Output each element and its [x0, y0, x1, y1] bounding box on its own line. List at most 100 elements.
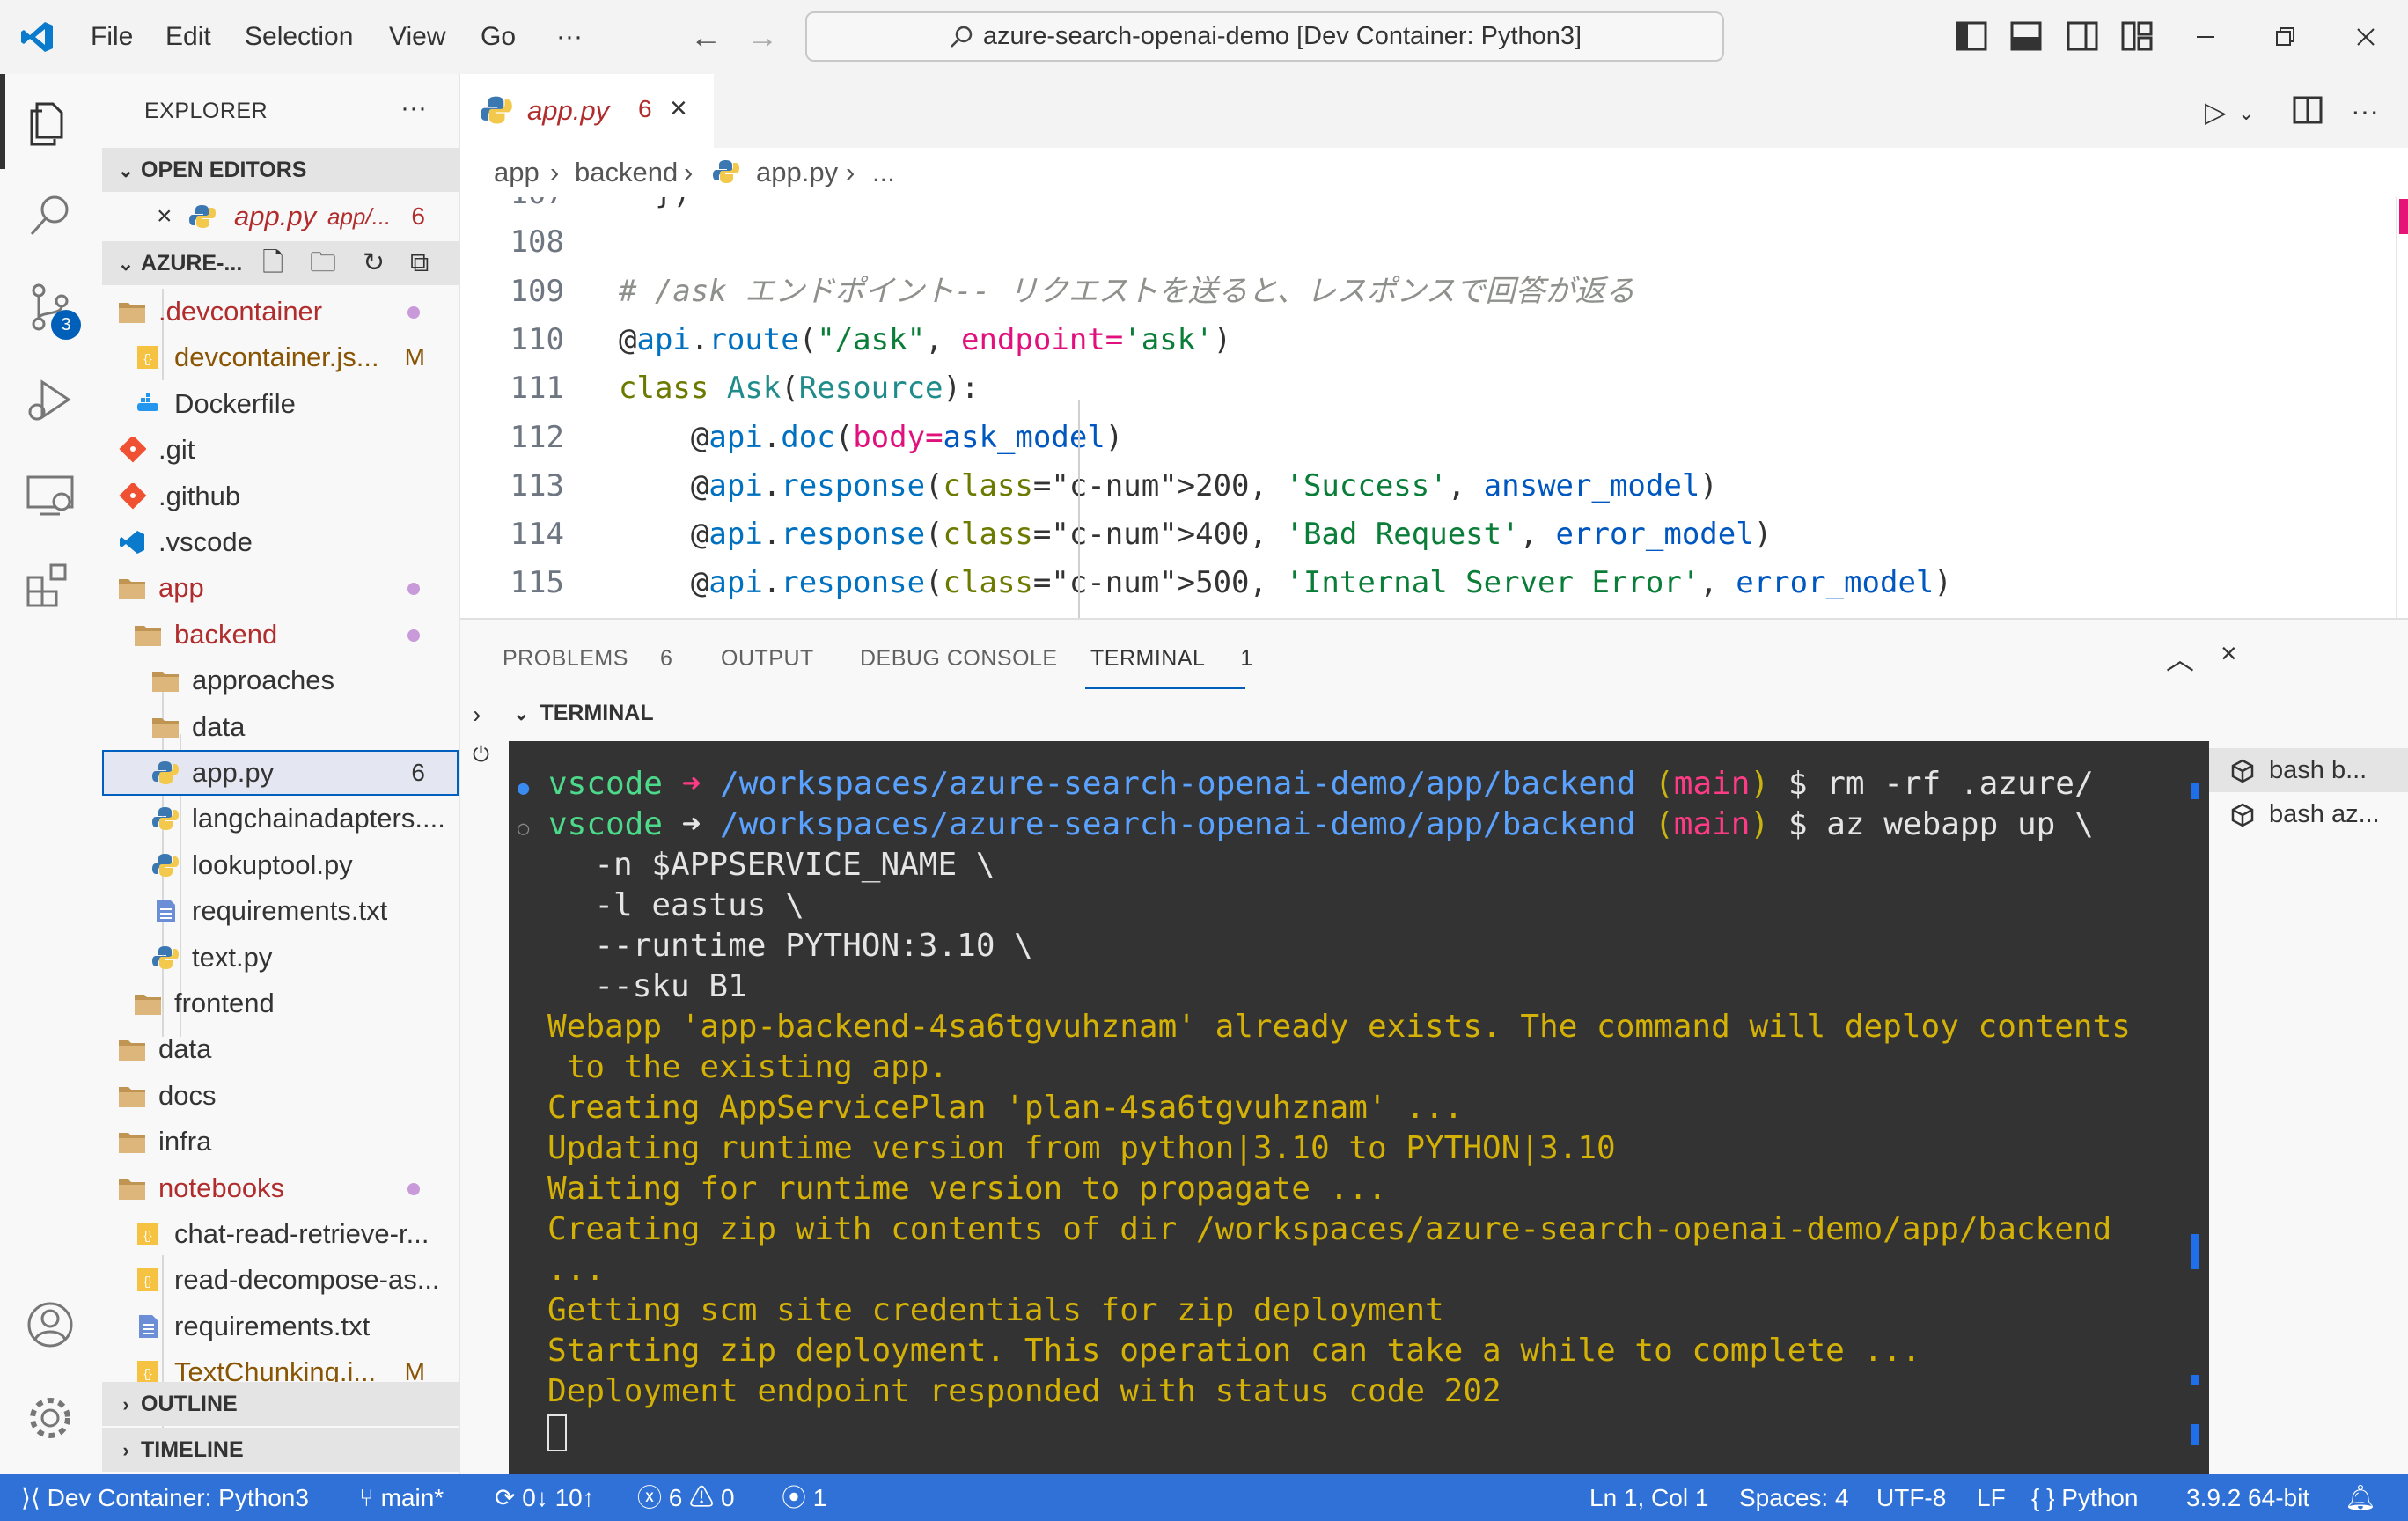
editor-scrollbar[interactable] — [2396, 197, 2408, 618]
tree-item[interactable]: .devcontainer — [102, 289, 459, 334]
back-arrow-icon[interactable]: ← — [688, 19, 723, 55]
breadcrumb-app[interactable]: app — [494, 148, 540, 197]
run-python-file-icon[interactable]: ▷ — [2205, 95, 2227, 129]
python-interpreter[interactable]: 3.9.2 64-bit — [2186, 1474, 2309, 1521]
customize-layout-icon[interactable] — [2121, 21, 2153, 51]
maximize-panel-icon[interactable]: ︿ — [2166, 637, 2194, 678]
tree-item[interactable]: .github — [102, 474, 459, 519]
breadcrumb-file[interactable]: app.py — [756, 148, 838, 197]
tree-item[interactable]: app — [102, 565, 459, 611]
run-debug-icon[interactable] — [21, 371, 79, 430]
line-code: }) — [619, 197, 691, 218]
encoding[interactable]: UTF-8 — [1876, 1474, 1946, 1521]
tree-item[interactable]: .git — [102, 427, 459, 473]
tree-item[interactable]: frontend — [102, 981, 459, 1026]
json-file-icon: {} — [137, 346, 158, 370]
minimize-icon[interactable] — [2184, 16, 2227, 58]
tree-item[interactable]: Dockerfile — [102, 381, 459, 427]
indentation[interactable]: Spaces: 4 — [1739, 1474, 1849, 1521]
tree-item[interactable]: data — [102, 704, 459, 750]
tab-debug-console[interactable]: DEBUG CONSOLE — [860, 646, 1058, 672]
tab-terminal[interactable]: TERMINAL 1 — [1090, 646, 1253, 672]
language-mode[interactable]: { } Python — [2031, 1474, 2138, 1521]
remote-explorer-icon[interactable] — [21, 465, 79, 523]
end-of-line[interactable]: LF — [1977, 1474, 2006, 1521]
branch-indicator[interactable]: ⑂ main* — [359, 1474, 444, 1521]
tree-item[interactable]: app.py 6 — [102, 750, 459, 796]
run-dropdown-chevron-icon[interactable]: ⌄ — [2238, 102, 2254, 125]
close-window-icon[interactable] — [2345, 16, 2387, 58]
tab-app-py[interactable]: app.py 6 × — [460, 74, 714, 148]
git-icon — [119, 437, 146, 463]
command-center[interactable]: azure-search-openai-demo [Dev Container:… — [805, 11, 1724, 62]
breadcrumb-symbol[interactable]: ... — [872, 148, 895, 197]
tree-item[interactable]: requirements.txt — [102, 1304, 459, 1349]
tree-item[interactable]: text.py — [102, 935, 459, 981]
menu-edit[interactable]: Edit — [165, 0, 211, 74]
tree-item[interactable]: {} read-decompose-as... — [102, 1257, 459, 1303]
explorer-icon[interactable] — [21, 93, 79, 151]
menu-go[interactable]: Go — [481, 0, 516, 74]
problems-indicator[interactable]: ⓧ 6 ⚠ 0 — [637, 1474, 735, 1521]
ports-indicator[interactable]: ⦿ 1 — [782, 1474, 826, 1521]
manage-gear-icon[interactable] — [21, 1389, 79, 1447]
toggle-secondary-sidebar-icon[interactable] — [2067, 21, 2098, 51]
code-editor[interactable]: 107 }) 108 109 # /ask エンドポイント-- リクエストを送ると、レ… — [460, 197, 2408, 618]
outline-header[interactable]: › OUTLINE — [102, 1382, 459, 1426]
new-file-icon[interactable]: 🗋 — [262, 241, 283, 285]
tree-item[interactable]: data — [102, 1026, 459, 1072]
menu-selection[interactable]: Selection — [245, 0, 353, 74]
tree-item[interactable]: langchainadapters.... — [102, 796, 459, 841]
explorer-more-actions[interactable]: ··· — [400, 93, 427, 123]
tree-item[interactable]: backend — [102, 612, 459, 658]
close-editor-icon[interactable]: × — [157, 194, 173, 239]
tree-item[interactable]: docs — [102, 1073, 459, 1119]
open-editor-item[interactable]: × app.py app/... 6 — [102, 194, 459, 239]
terminal-section-header[interactable]: ⌄ TERMINAL — [513, 701, 654, 726]
source-control-icon[interactable]: 3 — [21, 278, 81, 340]
sync-indicator[interactable]: ⟳ 0↓ 10↑ — [495, 1474, 595, 1521]
breadcrumb-backend[interactable]: backend — [575, 148, 678, 197]
notifications-bell-icon[interactable]: 🔔︎ — [2345, 1474, 2376, 1521]
split-editor-icon[interactable] — [2293, 95, 2323, 125]
code-line: 112 @api.doc(body=ask_model) — [460, 414, 2408, 462]
remote-indicator[interactable]: ⟩⟨ Dev Container: Python3 — [21, 1474, 309, 1521]
accounts-icon[interactable] — [21, 1296, 79, 1354]
menu-view[interactable]: View — [389, 0, 445, 74]
menu-more[interactable]: ··· — [556, 0, 583, 74]
chevron-right-icon[interactable]: › — [473, 701, 481, 729]
tree-item[interactable]: {} chat-read-retrieve-r... — [102, 1211, 459, 1257]
editor-more-actions[interactable]: ··· — [2351, 95, 2379, 128]
breadcrumb: app › backend › app.py › ... — [460, 148, 2408, 197]
terminal-instance[interactable]: bash az... — [2209, 792, 2408, 836]
toggle-panel-icon[interactable] — [2010, 21, 2042, 51]
tree-item[interactable]: approaches — [102, 658, 459, 703]
restore-icon[interactable] — [2264, 16, 2306, 58]
close-panel-icon[interactable]: × — [2221, 637, 2237, 670]
tree-item[interactable]: .vscode — [102, 519, 459, 565]
forward-arrow-icon[interactable]: → — [745, 19, 780, 55]
terminal[interactable]: ● vscode ➜ /workspaces/azure-search-open… — [509, 741, 2209, 1476]
terminal-instance[interactable]: bash b... — [2209, 748, 2408, 792]
tab-problems[interactable]: PROBLEMS 6 — [503, 646, 672, 672]
collapse-all-icon[interactable]: ⧉ — [410, 241, 429, 285]
tree-item[interactable]: requirements.txt — [102, 888, 459, 934]
open-editors-header[interactable]: ⌄ OPEN EDITORS — [102, 148, 459, 192]
refresh-icon[interactable]: ↻ — [363, 241, 385, 285]
activity-bar: 3 — [0, 74, 102, 1474]
tree-item[interactable]: {} devcontainer.js... M — [102, 334, 459, 380]
plug-icon[interactable]: ⏻ — [473, 743, 489, 768]
workspace-header[interactable]: ⌄ AZURE-... 🗋 🗀 ↻ ⧉ — [102, 241, 459, 285]
tab-output[interactable]: OUTPUT — [721, 646, 814, 672]
tree-item[interactable]: notebooks — [102, 1165, 459, 1211]
search-view-icon[interactable] — [21, 187, 79, 245]
extensions-icon[interactable] — [21, 556, 79, 614]
toggle-primary-sidebar-icon[interactable] — [1956, 21, 1987, 51]
cursor-position[interactable]: Ln 1, Col 1 — [1589, 1474, 1708, 1521]
tree-item[interactable]: lookuptool.py — [102, 842, 459, 888]
timeline-header[interactable]: › TIMELINE — [102, 1428, 459, 1472]
close-tab-icon[interactable]: × — [670, 92, 687, 126]
new-folder-icon[interactable]: 🗀 — [310, 241, 336, 285]
menu-file[interactable]: File — [91, 0, 133, 74]
tree-item[interactable]: infra — [102, 1119, 459, 1165]
